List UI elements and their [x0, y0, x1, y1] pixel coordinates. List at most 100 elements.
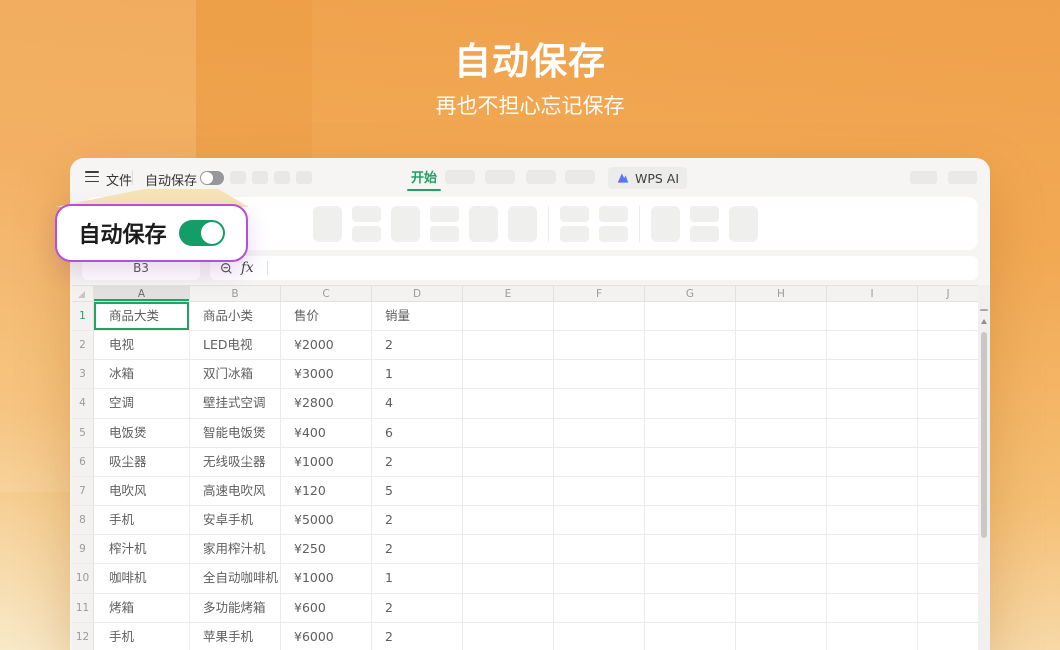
wps-ai-button[interactable]: WPS AI [608, 167, 687, 189]
cell[interactable] [463, 331, 554, 360]
cell[interactable] [736, 506, 827, 535]
cell[interactable]: ¥6000 [281, 623, 372, 650]
hamburger-menu-icon[interactable] [85, 171, 99, 185]
cell[interactable] [554, 389, 645, 418]
cell[interactable]: 电吹风 [94, 477, 190, 506]
toolbar-placeholder-button[interactable] [252, 171, 268, 184]
cell[interactable] [918, 302, 979, 331]
cell[interactable] [918, 623, 979, 650]
ribbon-placeholder-button-pair[interactable] [690, 206, 719, 242]
column-header[interactable]: H [736, 286, 827, 302]
cell[interactable] [918, 419, 979, 448]
cell[interactable] [554, 419, 645, 448]
cell[interactable] [463, 623, 554, 650]
cell[interactable]: 双门冰箱 [190, 360, 281, 389]
cell[interactable] [463, 594, 554, 623]
cell[interactable]: 售价 [281, 302, 372, 331]
cell[interactable]: 电饭煲 [94, 419, 190, 448]
column-header[interactable]: G [645, 286, 736, 302]
column-header[interactable]: B [190, 286, 281, 302]
ribbon-placeholder-button[interactable] [391, 206, 420, 242]
tab-home[interactable]: 开始 [407, 167, 441, 186]
row-header[interactable]: 8 [72, 506, 94, 535]
ribbon-placeholder-button[interactable] [508, 206, 537, 242]
cell[interactable] [918, 331, 979, 360]
cell[interactable] [918, 360, 979, 389]
cell[interactable] [827, 564, 918, 593]
cell[interactable] [645, 535, 736, 564]
cell[interactable] [463, 389, 554, 418]
cell[interactable] [463, 535, 554, 564]
tab-placeholder[interactable] [485, 170, 515, 184]
cell[interactable]: 空调 [94, 389, 190, 418]
tab-placeholder[interactable] [565, 170, 595, 184]
cell[interactable] [554, 477, 645, 506]
select-all-corner[interactable] [72, 286, 94, 302]
cell[interactable] [827, 448, 918, 477]
cell[interactable]: ¥250 [281, 535, 372, 564]
cell[interactable] [827, 535, 918, 564]
toolbar-autosave-toggle[interactable] [200, 171, 224, 185]
autosave-callout-toggle[interactable] [179, 220, 225, 246]
cell[interactable]: 电视 [94, 331, 190, 360]
cell[interactable]: 全自动咖啡机 [190, 564, 281, 593]
cell[interactable]: 2 [372, 623, 463, 650]
cell[interactable]: 烤箱 [94, 594, 190, 623]
ribbon-placeholder-button-pair[interactable] [430, 206, 459, 242]
cell[interactable] [463, 506, 554, 535]
ribbon-placeholder-button-pair[interactable] [352, 206, 381, 242]
cell[interactable] [645, 389, 736, 418]
cell[interactable] [645, 360, 736, 389]
cell[interactable] [645, 302, 736, 331]
cell[interactable] [645, 506, 736, 535]
cell[interactable]: 2 [372, 535, 463, 564]
scrollbar-collapse-icon[interactable] [980, 309, 988, 311]
toolbar-placeholder-button[interactable] [948, 171, 977, 184]
cell[interactable]: 咖啡机 [94, 564, 190, 593]
cell[interactable] [736, 477, 827, 506]
row-header[interactable]: 6 [72, 448, 94, 477]
cell[interactable]: 2 [372, 448, 463, 477]
cell[interactable]: 1 [372, 360, 463, 389]
cell[interactable]: 商品大类 [94, 302, 190, 331]
scrollbar-thumb[interactable] [981, 332, 987, 538]
cell[interactable]: 无线吸尘器 [190, 448, 281, 477]
toolbar-placeholder-button[interactable] [910, 171, 937, 184]
ribbon-placeholder-button[interactable] [469, 206, 498, 242]
column-header[interactable]: C [281, 286, 372, 302]
cell[interactable]: 5 [372, 477, 463, 506]
cell[interactable] [918, 535, 979, 564]
row-header[interactable]: 9 [72, 535, 94, 564]
cell[interactable] [554, 360, 645, 389]
cell[interactable]: 6 [372, 419, 463, 448]
cell[interactable] [827, 331, 918, 360]
column-header[interactable]: E [463, 286, 554, 302]
cell[interactable] [554, 535, 645, 564]
column-header[interactable]: J [918, 286, 979, 302]
file-menu-button[interactable]: 文件 [106, 170, 132, 189]
cell[interactable] [918, 506, 979, 535]
cell[interactable] [918, 564, 979, 593]
cell[interactable] [736, 564, 827, 593]
cell[interactable]: 榨汁机 [94, 535, 190, 564]
cell[interactable] [736, 594, 827, 623]
cell[interactable] [736, 535, 827, 564]
cell[interactable]: 苹果手机 [190, 623, 281, 650]
cell[interactable]: ¥5000 [281, 506, 372, 535]
ribbon-placeholder-button-pair[interactable] [560, 206, 589, 242]
cell[interactable] [554, 448, 645, 477]
cell[interactable]: 吸尘器 [94, 448, 190, 477]
cell[interactable] [463, 302, 554, 331]
cell[interactable] [463, 477, 554, 506]
cell[interactable] [554, 564, 645, 593]
cell[interactable] [736, 448, 827, 477]
cell[interactable] [645, 564, 736, 593]
cell[interactable]: 1 [372, 564, 463, 593]
cell[interactable] [827, 389, 918, 418]
cell[interactable]: ¥1000 [281, 448, 372, 477]
column-header[interactable]: D [372, 286, 463, 302]
row-header[interactable]: 1 [72, 302, 94, 331]
cell[interactable] [463, 448, 554, 477]
tab-placeholder[interactable] [526, 170, 556, 184]
cell[interactable] [918, 477, 979, 506]
